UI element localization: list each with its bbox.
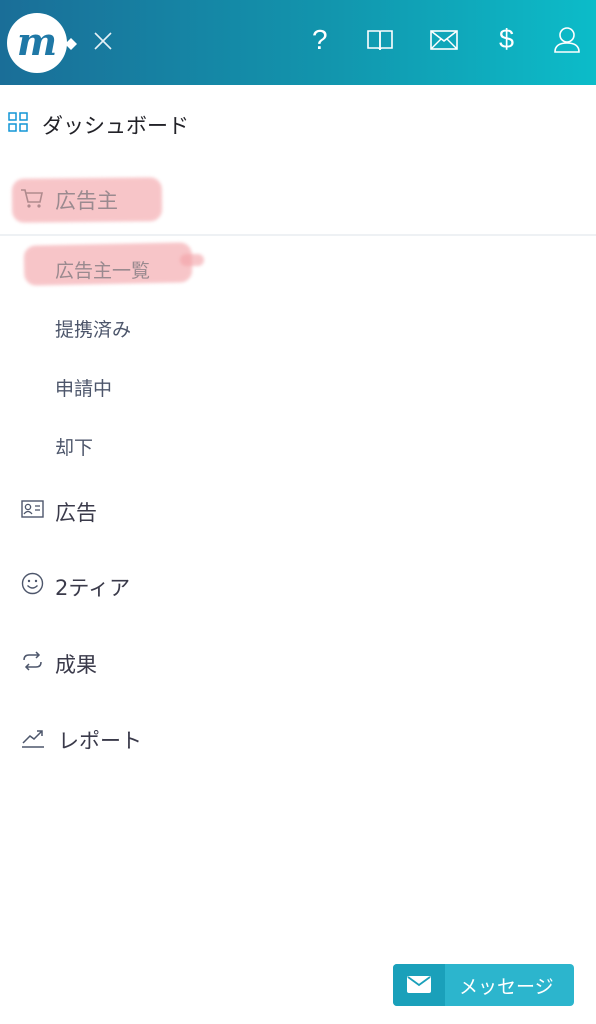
grid-icon — [8, 112, 28, 132]
message-button-icon-box — [393, 964, 445, 1006]
divider — [0, 234, 596, 236]
message-button-label: メッセージ — [459, 976, 554, 998]
submenu-item-rejected[interactable]: 却下 — [0, 425, 596, 465]
logo-diamond-icon — [62, 38, 77, 50]
top-header: m ? $ — [0, 0, 596, 85]
menu-item-advertiser[interactable]: 広告主 — [0, 175, 596, 223]
book-icon[interactable] — [366, 28, 394, 52]
trend-chart-icon — [22, 730, 44, 748]
close-icon[interactable] — [92, 30, 114, 52]
user-icon[interactable] — [553, 26, 581, 53]
menu-item-ads[interactable]: 広告 — [0, 488, 596, 532]
help-icon[interactable]: ? — [312, 24, 328, 56]
cart-icon — [21, 189, 43, 208]
menu-item-report[interactable]: レポート — [0, 716, 596, 760]
menu-item-results[interactable]: 成果 — [0, 640, 596, 684]
submenu-item-applying[interactable]: 申請中 — [0, 366, 596, 406]
menu-item-dashboard[interactable]: ダッシュボード — [0, 100, 596, 148]
submenu-item-partnered[interactable]: 提携済み — [0, 307, 596, 347]
menu-label-report: レポート — [58, 729, 142, 753]
menu-label-results: 成果 — [55, 653, 97, 677]
submenu-label: 提携済み — [55, 319, 132, 341]
logo[interactable]: m — [7, 13, 67, 73]
menu-label-advertiser: 広告主 — [55, 189, 118, 213]
repeat-icon — [23, 651, 42, 671]
submenu-label: 申請中 — [55, 378, 113, 400]
dollar-icon[interactable]: $ — [499, 24, 514, 55]
mail-icon[interactable] — [430, 30, 458, 50]
envelope-icon — [407, 976, 431, 993]
menu-label-ads: 広告 — [55, 501, 97, 525]
smile-icon — [21, 572, 44, 595]
menu-item-tier2[interactable]: 2ティア — [0, 563, 596, 607]
id-card-icon — [21, 500, 44, 518]
submenu-label: 却下 — [55, 437, 94, 459]
submenu-item-advertiser-list[interactable]: 広告主一覧 — [0, 248, 596, 288]
logo-mark-icon: m — [17, 19, 57, 64]
menu-label-tier2: 2ティア — [55, 576, 131, 600]
message-button[interactable]: メッセージ — [393, 964, 574, 1006]
svg-text:m: m — [17, 19, 57, 64]
menu-label-dashboard: ダッシュボード — [42, 114, 189, 138]
submenu-label: 広告主一覧 — [55, 260, 151, 282]
